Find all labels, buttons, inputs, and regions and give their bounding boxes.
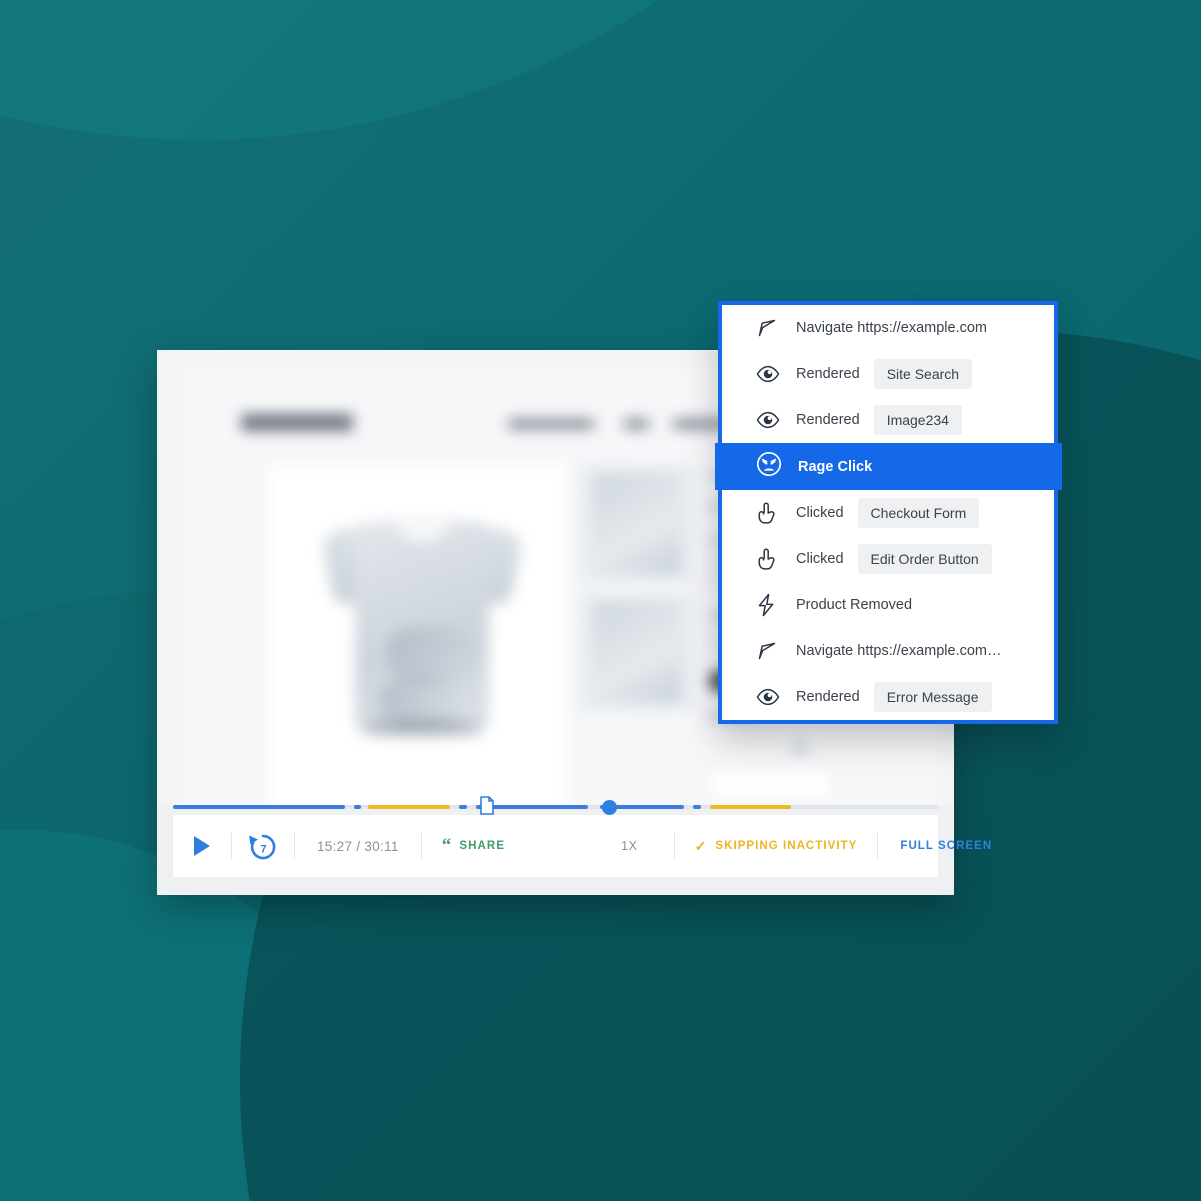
check-icon: ✓ — [694, 838, 708, 854]
product-thumbnail-image — [593, 602, 681, 702]
eye-icon — [756, 365, 780, 383]
event-label: Rage Click — [798, 458, 873, 475]
bolt-icon — [756, 593, 782, 617]
eye-icon — [756, 688, 780, 706]
event-row[interactable]: Navigate https://example.com… — [722, 628, 1054, 674]
rewind-seconds-label: 7 — [260, 844, 266, 856]
site-nav-item — [624, 419, 649, 429]
event-row[interactable]: Navigate https://example.com — [722, 305, 1054, 351]
navigate-icon — [756, 640, 782, 662]
event-label: Navigate https://example.com… — [796, 643, 1002, 659]
event-row[interactable]: Rendered Image234 — [722, 397, 1054, 443]
event-row[interactable]: Rendered Site Search — [722, 351, 1054, 397]
timeline-segment-blue — [459, 805, 467, 809]
navigate-icon — [758, 319, 776, 337]
event-target-chip[interactable]: Image234 — [873, 405, 962, 435]
eye-icon — [756, 688, 782, 706]
share-label: SHARE — [459, 840, 506, 852]
pointer-icon — [756, 547, 782, 571]
tshirt-graphic — [319, 508, 525, 738]
skip-inactivity-toggle[interactable]: ✓ SKIPPING INACTIVITY — [675, 839, 878, 853]
quote-icon: “ — [441, 835, 453, 856]
fullscreen-button[interactable]: FULL SCREEN — [878, 840, 1014, 852]
product-thumbnail — [579, 592, 695, 712]
product-thumbnail — [579, 464, 695, 584]
navigate-icon — [758, 642, 776, 660]
rage-click-icon — [756, 451, 782, 482]
eye-icon — [756, 411, 780, 429]
event-target-chip[interactable]: Site Search — [873, 359, 973, 389]
player-control-bar: 7 15:27 / 30:11 “ SHARE 1X ✓ SKIPPING IN… — [173, 815, 991, 877]
timeline-segment-blue — [173, 805, 346, 809]
product-thumbnail-image — [593, 474, 681, 574]
timeline-handle[interactable] — [601, 800, 617, 815]
event-row[interactable]: Rendered Error Message — [722, 674, 1054, 720]
tshirt-shadow — [365, 720, 479, 734]
event-label: Rendered — [796, 689, 860, 705]
event-row-spacer: Rage Click — [715, 443, 1062, 490]
time-display: 15:27 / 30:11 — [317, 838, 399, 854]
event-row-rage-click[interactable]: Rage Click — [715, 443, 1062, 490]
add-to-cart-button — [709, 768, 831, 800]
event-row[interactable]: Clicked Checkout Form — [722, 490, 1054, 536]
timeline-segment-gold — [368, 805, 450, 809]
bolt-icon — [758, 593, 774, 617]
pointer-icon — [758, 502, 775, 524]
play-button[interactable] — [173, 826, 231, 866]
skip-inactivity-label: SKIPPING INACTIVITY — [715, 840, 858, 852]
page-change-marker-icon[interactable] — [479, 796, 494, 815]
play-icon — [194, 836, 210, 856]
pointer-icon — [758, 548, 775, 570]
site-nav-item — [508, 419, 594, 429]
pointer-icon — [756, 501, 782, 525]
timeline-segment-blue — [693, 805, 701, 809]
event-label: Product Removed — [796, 597, 913, 613]
event-target-chip[interactable]: Checkout Form — [857, 498, 980, 528]
product-detail-line — [791, 744, 809, 752]
share-button[interactable]: “ SHARE — [422, 835, 525, 856]
events-list: Navigate https://example.com Rendered Site… — [715, 305, 1062, 720]
eye-icon — [756, 411, 782, 429]
site-logo — [241, 414, 353, 431]
eye-icon — [756, 365, 782, 383]
event-label: Rendered — [796, 412, 860, 428]
event-label: Navigate https://example.com — [796, 320, 988, 336]
event-row[interactable]: Clicked Edit Order Button — [722, 536, 1054, 582]
event-target-chip[interactable]: Edit Order Button — [857, 544, 992, 574]
event-label: Clicked — [796, 551, 844, 567]
event-label: Clicked — [796, 505, 844, 521]
background-circle-top — [0, 0, 1020, 140]
timeline-scrubber[interactable] — [157, 796, 954, 815]
event-row[interactable]: Product Removed — [722, 582, 1054, 628]
event-label: Rendered — [796, 366, 860, 382]
playback-speed-button[interactable]: 1X — [525, 839, 674, 853]
timeline-segment-blue — [353, 805, 362, 809]
rewind-7-icon: 7 — [249, 834, 276, 860]
events-panel: Navigate https://example.com Rendered Site… — [715, 301, 1062, 724]
rage-click-icon — [756, 451, 782, 477]
navigate-icon — [756, 317, 782, 339]
event-target-chip[interactable]: Error Message — [873, 682, 992, 712]
rewind-button[interactable]: 7 — [232, 826, 294, 866]
timeline-segment-gold — [710, 805, 792, 809]
page-root: 7 15:27 / 30:11 “ SHARE 1X ✓ SKIPPING IN… — [0, 0, 1201, 1201]
